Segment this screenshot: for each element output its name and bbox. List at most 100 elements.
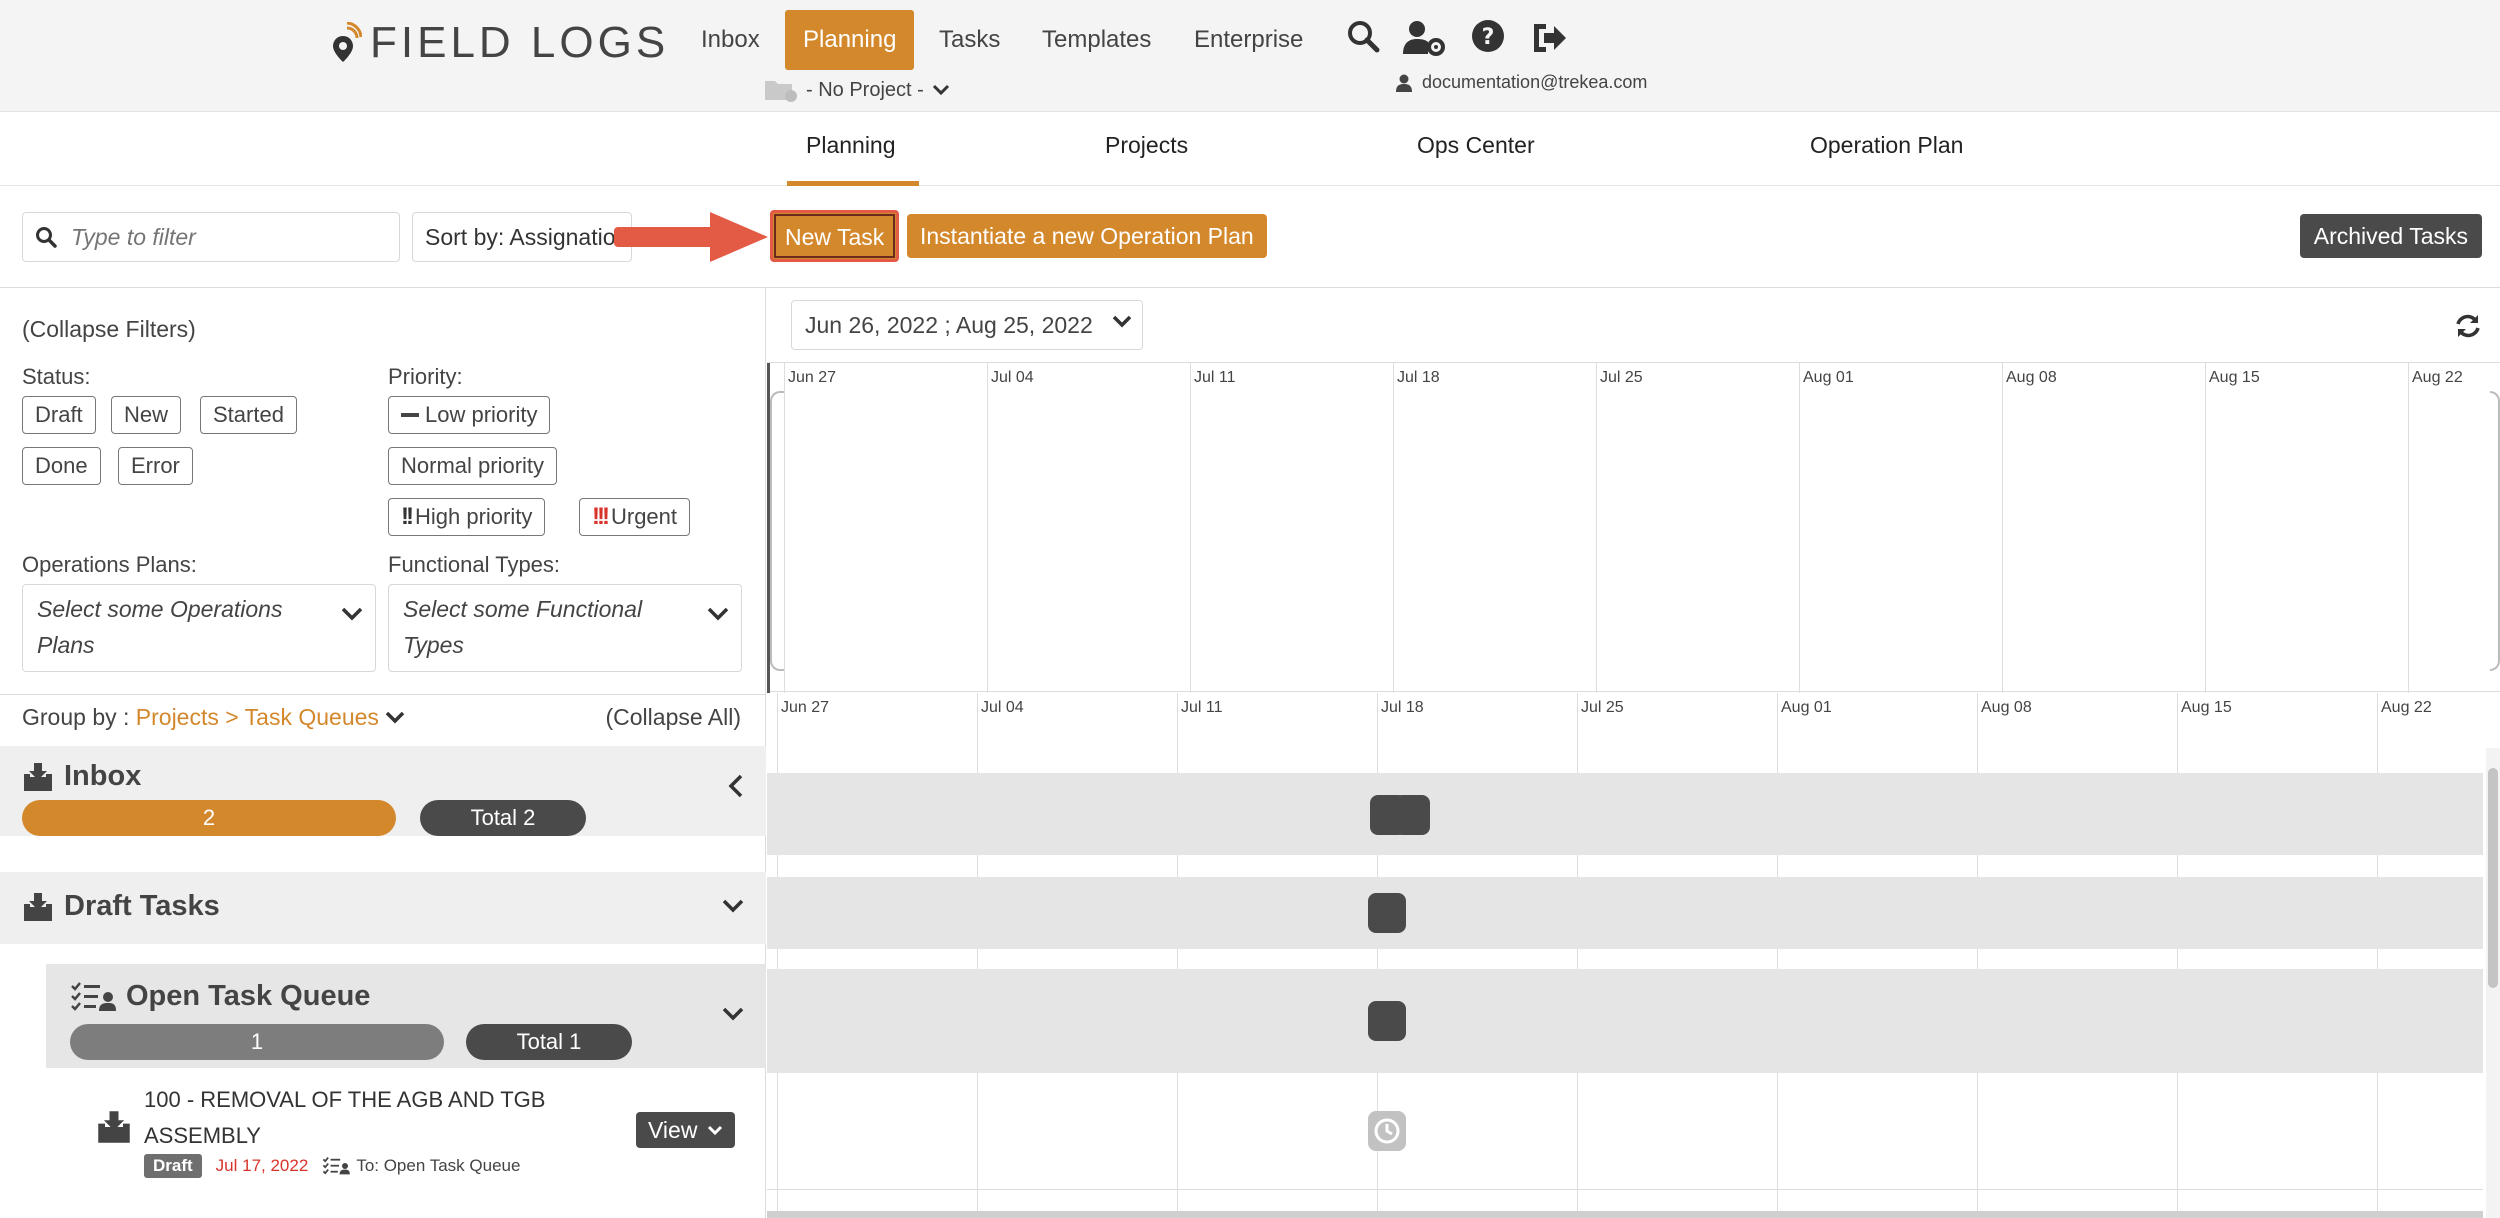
view-button-label: View [648, 1117, 698, 1143]
logout-icon[interactable] [1530, 18, 1570, 58]
sort-select[interactable]: Sort by: Assignation [412, 212, 632, 262]
user-account[interactable]: documentation@trekea.com [1396, 72, 1647, 93]
week-gridline [777, 693, 778, 1218]
nav-enterprise[interactable]: Enterprise [1176, 10, 1321, 70]
week-gridline [977, 693, 978, 1218]
inbox-download-icon [98, 1111, 130, 1143]
svg-text:?: ? [1482, 25, 1495, 50]
status-chip-new[interactable]: New [111, 396, 182, 434]
help-icon[interactable]: ? [1470, 18, 1510, 58]
nav-templates[interactable]: Templates [1024, 10, 1169, 70]
week-tick-label: Jul 04 [981, 699, 1024, 716]
tab-operation-plan[interactable]: Operation Plan [1810, 132, 1963, 186]
folder-icon [765, 81, 797, 102]
filter-input[interactable] [71, 223, 371, 251]
inbox-download-icon [24, 892, 52, 921]
status-badge: Draft [144, 1154, 202, 1178]
toolbar: Sort by: Assignation New Task Instantiat… [0, 186, 2500, 288]
search-icon[interactable] [1344, 18, 1384, 58]
ops-plans-select[interactable]: Select some Operations Plans [22, 584, 376, 672]
queue-count-bar: 1 [70, 1024, 444, 1060]
chevron-left-icon[interactable] [728, 774, 744, 798]
week-gridline [2377, 693, 2378, 1218]
nav-tasks[interactable]: Tasks [921, 10, 1018, 70]
clock-icon [1374, 1118, 1400, 1144]
overview-timeline[interactable]: Jun 27 Jul 04 Jul 11 Jul 18 Jul 25 Aug 01 Aug … [767, 362, 2500, 693]
chevron-down-icon [707, 607, 729, 621]
priority-chip-urgent[interactable]: !!! Urgent [579, 498, 691, 536]
timeline-panel: Jun 26, 2022 ; Aug 25, 2022 Jun 27 Jul 04… [767, 288, 2500, 1218]
priority-chip-normal[interactable]: Normal priority [388, 447, 558, 485]
chevron-down-icon[interactable] [722, 1006, 744, 1022]
chevron-down-icon[interactable] [385, 711, 405, 725]
inbox-total-badge: Total 2 [420, 800, 586, 836]
project-select-label: - No Project - [806, 78, 924, 101]
status-label: Status: [22, 364, 91, 389]
gantt-task-block[interactable] [1368, 1001, 1406, 1041]
chevron-down-icon [708, 1125, 723, 1135]
group-draft-label: Draft Tasks [64, 890, 220, 922]
group-inbox[interactable]: Inbox 2 Total 2 [0, 746, 766, 836]
view-button[interactable]: View [636, 1112, 736, 1148]
nav-inbox[interactable]: Inbox [683, 10, 778, 70]
gantt-row-inbox [767, 773, 2483, 855]
week-tick-label: Aug 01 [1781, 699, 1832, 716]
tab-projects[interactable]: Projects [1105, 132, 1188, 186]
status-chip-started[interactable]: Started [200, 396, 297, 434]
week-gridline [1596, 363, 1597, 693]
tab-planning[interactable]: Planning [787, 132, 919, 186]
chevron-down-icon [341, 607, 363, 621]
ops-plans-label: Operations Plans: [22, 552, 197, 577]
project-selector[interactable]: - No Project - [764, 78, 950, 102]
brand-logo[interactable]: FIELD LOGS [330, 18, 669, 68]
status-chip-draft[interactable]: Draft [22, 396, 96, 434]
week-gridline [1799, 363, 1800, 693]
week-tick-label: Jul 04 [991, 369, 1034, 386]
group-by-select[interactable]: Projects > Task Queues [136, 704, 379, 730]
archived-tasks-button[interactable]: Archived Tasks [2299, 214, 2482, 258]
nav-planning[interactable]: Planning [785, 10, 915, 70]
status-chip-error[interactable]: Error [118, 447, 193, 485]
collapse-filters-link[interactable]: (Collapse Filters) [22, 316, 196, 343]
group-open-task-queue[interactable]: Open Task Queue 1 Total 1 [46, 964, 766, 1068]
collapse-all-link[interactable]: (Collapse All) [606, 704, 742, 731]
callout-arrow-icon [614, 212, 768, 262]
week-gridline [1777, 693, 1778, 1218]
gantt-timeline[interactable]: Jun 27 Jul 04 Jul 11 Jul 18 Jul 25 Aug 01 Aug … [767, 693, 2500, 1218]
group-queue-label: Open Task Queue [126, 980, 371, 1012]
week-gridline [2408, 363, 2409, 693]
vertical-scrollbar[interactable] [2486, 748, 2500, 1218]
priority-chip-low[interactable]: Low priority [388, 396, 551, 434]
filter-field[interactable] [22, 212, 400, 262]
gantt-task-block[interactable] [1368, 893, 1406, 933]
refresh-icon[interactable] [2454, 312, 2482, 340]
group-draft-tasks[interactable]: Draft Tasks [0, 872, 766, 944]
date-range-select[interactable]: Jun 26, 2022 ; Aug 25, 2022 [791, 300, 1143, 350]
instantiate-operation-plan-button[interactable]: Instantiate a new Operation Plan [907, 214, 1267, 258]
week-gridline [784, 363, 785, 693]
week-tick-label: Aug 15 [2181, 699, 2232, 716]
task-date: Jul 17, 2022 [215, 1156, 309, 1175]
gantt-task-block[interactable] [1394, 795, 1430, 835]
overview-range-handle-right[interactable] [2490, 391, 2500, 671]
overview-range-handle-left[interactable] [770, 391, 784, 671]
chevron-down-icon[interactable] [722, 898, 744, 914]
inbox-count-bar: 2 [22, 800, 396, 836]
week-tick-label: Aug 08 [1981, 699, 2032, 716]
status-chip-done[interactable]: Done [22, 447, 101, 485]
task-meta: Draft Jul 17, 2022 To: Open Task Queue [144, 1154, 520, 1178]
week-gridline [1577, 693, 1578, 1218]
functional-types-select[interactable]: Select some Functional Types [388, 584, 742, 672]
queue-total-badge: Total 1 [466, 1024, 632, 1060]
chevron-down-icon [1112, 315, 1132, 328]
new-task-button[interactable]: New Task [770, 210, 900, 262]
week-gridline [1393, 363, 1394, 693]
left-panel: (Collapse Filters) Status: Draft New Sta… [0, 288, 766, 1218]
priority-chip-high[interactable]: !! High priority [388, 498, 546, 536]
gantt-task-draft-block[interactable] [1368, 1111, 1406, 1151]
user-settings-icon[interactable] [1402, 18, 1448, 58]
task-title[interactable]: 100 - REMOVAL OF THE AGB AND TGB ASSEMBL… [144, 1082, 614, 1154]
tab-ops-center[interactable]: Ops Center [1417, 132, 1535, 186]
week-tick-label: Jul 18 [1381, 699, 1424, 716]
scrollbar-thumb[interactable] [2488, 768, 2498, 988]
